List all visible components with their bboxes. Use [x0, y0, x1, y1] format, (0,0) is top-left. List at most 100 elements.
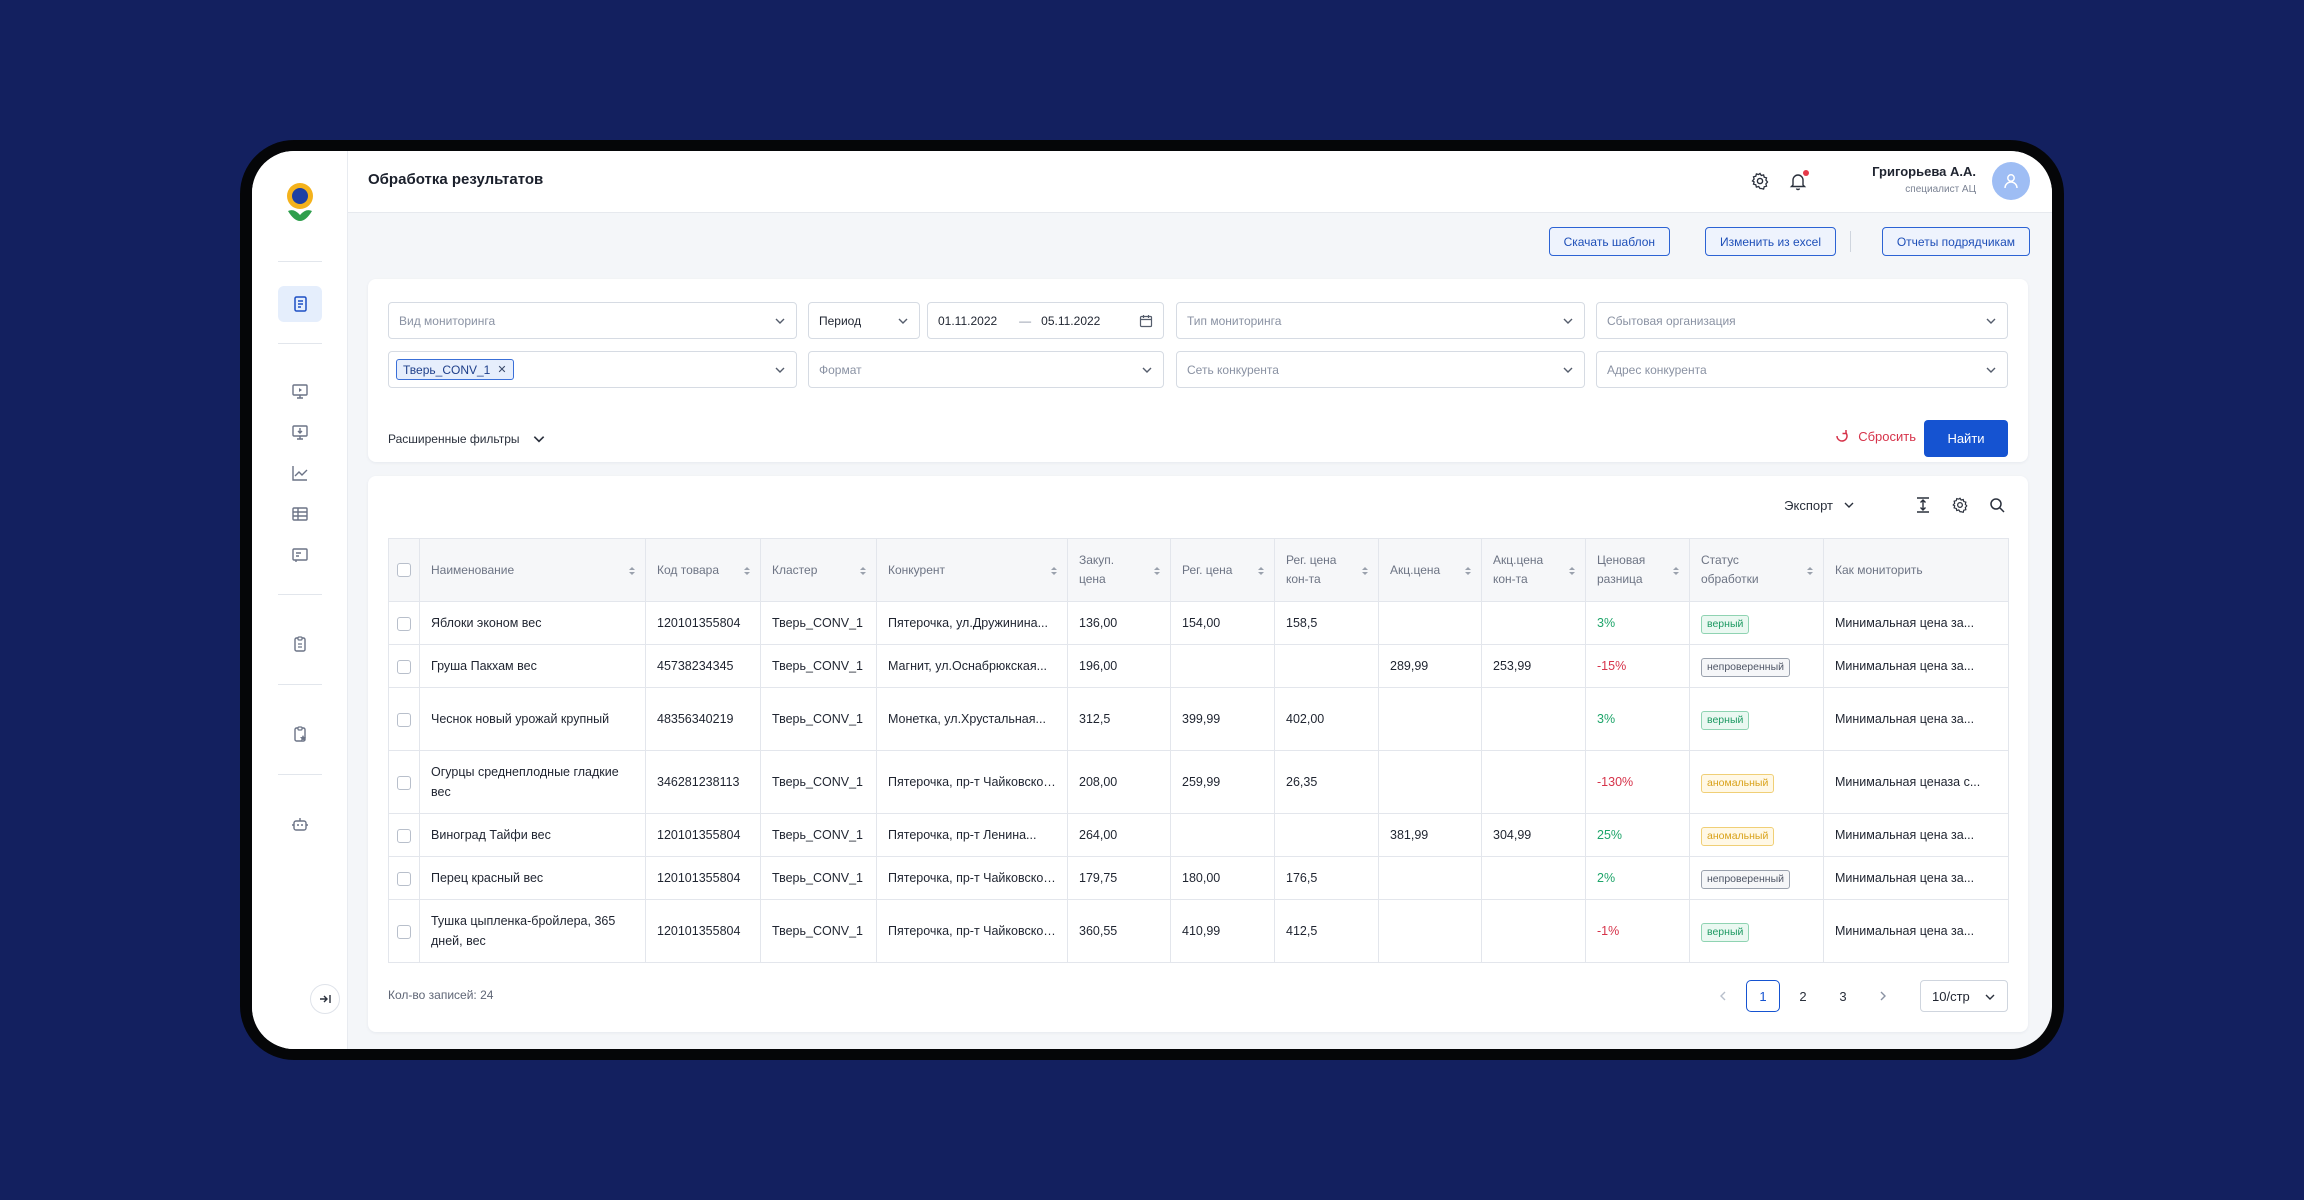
- table-row[interactable]: Яблоки эконом вес 120101355804 Тверь_CONV_…: [388, 601, 2009, 645]
- column-header[interactable]: Кластер: [760, 538, 877, 602]
- column-header-label-2: разница: [1597, 572, 1643, 586]
- cell-status: верный: [1689, 687, 1824, 751]
- table-row[interactable]: Чеснок новый урожай крупный 48356340219 Тв…: [388, 687, 2009, 751]
- cell-cluster: Тверь_CONV_1: [760, 856, 877, 900]
- monitoring-type-select[interactable]: Тип мониторинга: [1176, 302, 1585, 339]
- page-button[interactable]: 1: [1746, 980, 1780, 1012]
- table-search-button[interactable]: [1986, 494, 2008, 516]
- chevron-down-icon: [1563, 318, 1573, 324]
- row-height-button[interactable]: [1912, 494, 1934, 516]
- cell-reg: 154,00: [1170, 601, 1275, 645]
- column-header[interactable]: Ценовая разница: [1585, 538, 1690, 602]
- status-badge: непроверенный: [1701, 869, 1790, 889]
- row-checkbox[interactable]: [397, 775, 411, 790]
- table-row[interactable]: Огурцы среднеплодные гладкие вес 34628123…: [388, 750, 2009, 814]
- row-checkbox[interactable]: [397, 659, 411, 674]
- table-row[interactable]: Перец красный вес 120101355804 Тверь_CONV_…: [388, 856, 2009, 900]
- competitor-network-select[interactable]: Сеть конкурента: [1176, 351, 1585, 388]
- format-select[interactable]: Формат: [808, 351, 1164, 388]
- column-header[interactable]: Рег. цена: [1170, 538, 1275, 602]
- chevron-down-icon: [1563, 367, 1573, 373]
- sales-org-select[interactable]: Сбытовая организация: [1596, 302, 2008, 339]
- status-badge: аномальный: [1701, 773, 1775, 793]
- column-header[interactable]: Закуп. цена: [1067, 538, 1171, 602]
- chevron-left-icon: [1720, 991, 1726, 1001]
- find-button[interactable]: Найти: [1924, 420, 2008, 457]
- status-badge: верный: [1701, 614, 1750, 634]
- table-row[interactable]: Тушка цыпленка-бройлера, 365 дней, вес 12…: [388, 899, 2009, 963]
- reset-button[interactable]: Сбросить: [1834, 428, 1916, 444]
- sidebar-item-upload[interactable]: [278, 414, 322, 450]
- column-header[interactable]: Код товара: [645, 538, 761, 602]
- export-dropdown[interactable]: Экспорт: [1784, 498, 1855, 513]
- sidebar-item-results[interactable]: [278, 286, 322, 322]
- contractor-reports-button[interactable]: Отчеты подрядчикам: [1881, 227, 2030, 256]
- row-checkbox[interactable]: [397, 828, 411, 843]
- gear-icon: [1751, 172, 1769, 190]
- cell-price-diff: -130%: [1585, 750, 1690, 814]
- cell-price-diff: 3%: [1585, 601, 1690, 645]
- table-row[interactable]: Груша Пакхам вес 45738234345 Тверь_CONV_1 М…: [388, 644, 2009, 688]
- row-checkbox[interactable]: [397, 924, 411, 939]
- chevron-down-icon: [898, 318, 908, 324]
- next-page-button[interactable]: [1866, 980, 1900, 1012]
- cluster-select[interactable]: Тверь_CONV_1 ✕: [388, 351, 797, 388]
- download-template-button[interactable]: Скачать шаблон: [1548, 227, 1670, 256]
- row-checkbox[interactable]: [397, 871, 411, 886]
- cell-competitor: Пятерочка, пр-т Чайковского...: [876, 856, 1068, 900]
- export-label: Экспорт: [1784, 497, 1833, 513]
- column-header[interactable]: Акц.цена: [1378, 538, 1482, 602]
- sidebar-collapse-button[interactable]: [310, 984, 340, 1014]
- sidebar-item-bots[interactable]: [278, 806, 322, 842]
- settings-button[interactable]: [1748, 169, 1772, 193]
- cell-purchase: 264,00: [1067, 813, 1171, 857]
- prev-page-button[interactable]: [1706, 980, 1740, 1012]
- clipboard-icon: [294, 636, 306, 652]
- column-header[interactable]: Конкурент: [876, 538, 1068, 602]
- page-button[interactable]: 3: [1826, 980, 1860, 1012]
- sidebar-item-favorites[interactable]: [278, 716, 322, 752]
- sidebar-item-reports[interactable]: [278, 537, 322, 573]
- edit-from-excel-button[interactable]: Изменить из excel: [1704, 227, 1836, 256]
- date-to: 05.11.2022: [1041, 313, 1101, 328]
- cell-code: 120101355804: [645, 601, 761, 645]
- competitor-address-select[interactable]: Адрес конкурента: [1596, 351, 2008, 388]
- sidebar-item-tables[interactable]: [278, 496, 322, 532]
- column-header-label: Рег. цена: [1286, 553, 1337, 567]
- cell-cluster: Тверь_CONV_1: [760, 601, 877, 645]
- advanced-filters-toggle[interactable]: Расширенные фильтры: [388, 432, 546, 446]
- cell-reg-comp: [1274, 644, 1379, 688]
- column-header[interactable]: Наименование: [419, 538, 646, 602]
- column-header[interactable]: Статус обработки: [1689, 538, 1824, 602]
- column-header-label: Статус: [1701, 553, 1739, 567]
- column-header[interactable]: Как мониторить: [1823, 538, 2009, 602]
- status-badge: верный: [1701, 710, 1750, 730]
- cell-price-diff: 25%: [1585, 813, 1690, 857]
- sidebar-item-monitor[interactable]: [278, 373, 322, 409]
- row-select-cell: [388, 601, 420, 645]
- per-page-select[interactable]: 10/стр: [1920, 980, 2008, 1012]
- page-button[interactable]: 2: [1786, 980, 1820, 1012]
- period-select[interactable]: Период: [808, 302, 920, 339]
- select-all-checkbox[interactable]: [397, 563, 411, 578]
- cell-reg: [1170, 644, 1275, 688]
- cell-promo: [1378, 899, 1482, 963]
- column-header[interactable]: Рег. цена кон-та: [1274, 538, 1379, 602]
- row-checkbox[interactable]: [397, 616, 411, 631]
- notifications-button[interactable]: [1786, 169, 1810, 193]
- reset-icon: [1836, 430, 1848, 442]
- column-header[interactable]: Акц.цена кон-та: [1481, 538, 1586, 602]
- date-range-picker[interactable]: 01.11.2022 — 05.11.2022: [927, 302, 1164, 339]
- close-icon[interactable]: ✕: [497, 363, 506, 376]
- row-checkbox[interactable]: [397, 712, 411, 727]
- monitoring-view-select[interactable]: Вид мониторинга: [388, 302, 797, 339]
- sort-icon: [1051, 567, 1057, 575]
- avatar[interactable]: [1992, 162, 2030, 200]
- sidebar-item-tasks[interactable]: [278, 626, 322, 662]
- sidebar-item-analytics[interactable]: [278, 455, 322, 491]
- table-row[interactable]: Виноград Тайфи вес 120101355804 Тверь_CONV…: [388, 813, 2009, 857]
- cell-reg-comp: 176,5: [1274, 856, 1379, 900]
- table-settings-button[interactable]: [1949, 494, 1971, 516]
- sort-icon: [1465, 567, 1471, 575]
- cluster-tag[interactable]: Тверь_CONV_1 ✕: [396, 359, 514, 380]
